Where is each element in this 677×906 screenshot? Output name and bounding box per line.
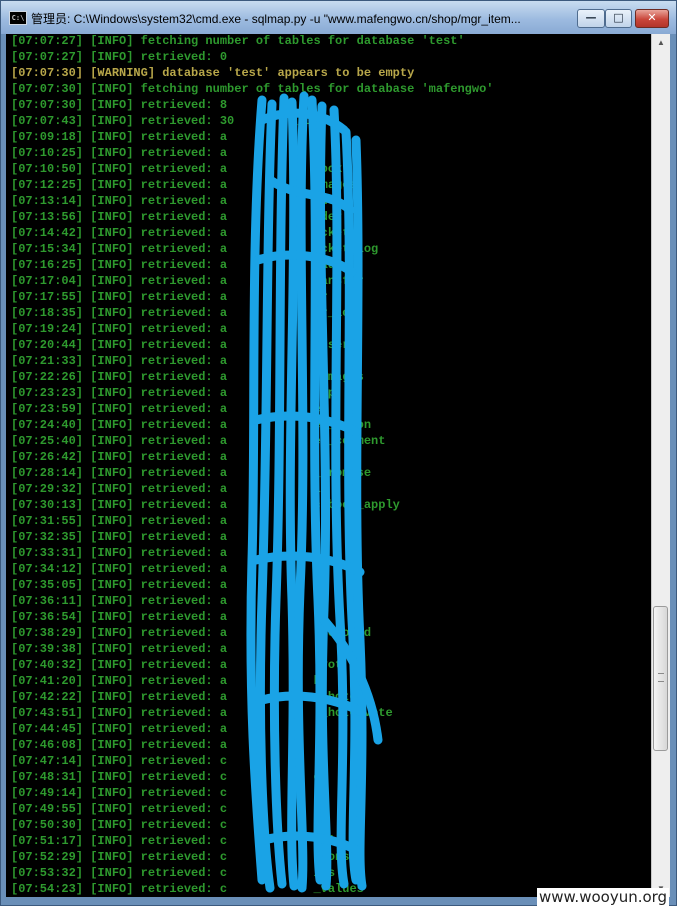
- console-line: [07:18:35] [INFO] retrieved: a r_log: [11, 306, 357, 320]
- cmd-icon[interactable]: C:\: [9, 11, 27, 25]
- scrollbar-thumb[interactable]: [653, 606, 668, 751]
- console-line: [07:36:11] [INFO] retrieved: a cs: [11, 594, 328, 608]
- console-line: [07:31:55] [INFO] retrieved: a: [11, 514, 228, 528]
- watermark: www.wooyun.org: [537, 888, 670, 906]
- console-line: [07:23:23] [INFO] retrieved: a up: [11, 386, 336, 400]
- console-line: [07:49:55] [INFO] retrieved: c: [11, 802, 228, 816]
- console-line: [07:16:25] [INFO] retrieved: a ade: [11, 258, 343, 272]
- grip-icon: [658, 673, 664, 682]
- console-line: [07:35:05] [INFO] retrieved: a al: [11, 578, 328, 592]
- console-line: [07:21:33] [INFO] retrieved: a: [11, 354, 228, 368]
- console-line: [07:54:23] [INFO] retrieved: c _values: [11, 882, 364, 896]
- console-line: [07:46:08] [INFO] retrieved: a: [11, 738, 228, 752]
- console-line: [07:47:14] [INFO] retrieved: c: [11, 754, 228, 768]
- console-line: [07:48:31] [INFO] retrieved: c ds: [11, 770, 328, 784]
- console-line: [07:50:30] [INFO] retrieved: c: [11, 818, 228, 832]
- console-line: [07:28:14] [INFO] retrieved: a _promise: [11, 466, 372, 480]
- console-line: [07:44:45] [INFO] retrieved: a: [11, 722, 228, 736]
- vertical-scrollbar[interactable]: ▲ ▼: [651, 34, 670, 897]
- close-button[interactable]: ✕: [635, 9, 669, 28]
- console-line: [07:23:59] [INFO] retrieved: a eo: [11, 402, 328, 416]
- console-line: [07:07:43] [INFO] retrieved: 30 _list: [11, 114, 328, 128]
- console-line: [07:07:30] [WARNING] database 'test' app…: [11, 66, 415, 80]
- console-line: [07:30:13] [INFO] retrieved: a cebook_ap…: [11, 498, 400, 512]
- console-line: [07:17:55] [INFO] retrieved: a r: [11, 290, 328, 304]
- console-line: [07:53:32] [INFO] retrieved: c ies: [11, 866, 336, 880]
- scroll-up-arrow-icon[interactable]: ▲: [652, 34, 670, 51]
- maximize-button[interactable]: □: [605, 9, 632, 28]
- console-line: [07:07:30] [INFO] retrieved: 8: [11, 98, 228, 112]
- console-line: [07:26:42] [INFO] retrieved: a: [11, 450, 228, 464]
- cmd-window: C:\ 管理员: C:\Windows\system32\cmd.exe - s…: [0, 0, 677, 906]
- console-line: [07:13:14] [INFO] retrieved: a ws: [11, 194, 336, 208]
- console-line: [07:15:34] [INFO] retrieved: a cket_log: [11, 242, 379, 256]
- console-line: [07:39:38] [INFO] retrieved: a: [11, 642, 228, 656]
- console-line: [07:19:24] [INFO] retrieved: a: [11, 322, 228, 336]
- console-line: [07:52:29] [INFO] retrieved: c tions: [11, 850, 350, 864]
- console-line: [07:34:12] [INFO] retrieved: a: [11, 562, 228, 576]
- window-title: 管理员: C:\Windows\system32\cmd.exe - sqlma…: [31, 12, 521, 26]
- console-line: [07:36:54] [INFO] retrieved: a: [11, 610, 228, 624]
- console-output[interactable]: [07:07:27] [INFO] fetching number of tab…: [6, 34, 651, 897]
- console-line: [07:10:50] [INFO] retrieved: a book: [11, 162, 343, 176]
- console-line: [07:22:26] [INFO] retrieved: a images: [11, 370, 364, 384]
- console-line: [07:32:35] [INFO] retrieved: a: [11, 530, 228, 544]
- console-line: [07:14:42] [INFO] retrieved: a cket: [11, 226, 350, 240]
- console-line: [07:43:51] [INFO] retrieved: a _hote_vot…: [11, 706, 393, 720]
- console-line: [07:29:32] [INFO] retrieved: a it: [11, 482, 328, 496]
- console-line: [07:17:04] [INFO] retrieved: a ansfer: [11, 274, 364, 288]
- console-line: [07:25:40] [INFO] retrieved: a eo_commen…: [11, 434, 386, 448]
- console-line: [07:38:29] [INFO] retrieved: a recored: [11, 626, 372, 640]
- console-line: [07:51:17] [INFO] retrieved: c rtis: [11, 834, 343, 848]
- console-line: [07:07:30] [INFO] fetching number of tab…: [11, 82, 494, 96]
- console-line: [07:13:56] [INFO] retrieved: a der: [11, 210, 343, 224]
- console-line: [07:20:44] [INFO] retrieved: a user: [11, 338, 350, 352]
- console-line: [07:07:27] [INFO] retrieved: 0: [11, 50, 228, 64]
- title-bar[interactable]: C:\ 管理员: C:\Windows\system32\cmd.exe - s…: [1, 1, 676, 34]
- console-line: [07:24:40] [INFO] retrieved: a eo_ation: [11, 418, 372, 432]
- console-line: [07:49:14] [INFO] retrieved: c: [11, 786, 228, 800]
- console-line: [07:10:25] [INFO] retrieved: a: [11, 146, 228, 160]
- console-line: [07:07:27] [INFO] fetching number of tab…: [11, 34, 465, 48]
- console-line: [07:42:22] [INFO] retrieved: a _hote: [11, 690, 357, 704]
- console-line: [07:41:20] [INFO] retrieved: a k: [11, 674, 321, 688]
- console-line: [07:09:18] [INFO] retrieved: a: [11, 130, 228, 144]
- console-line: [07:33:31] [INFO] retrieved: a: [11, 546, 228, 560]
- console-line: [07:40:32] [INFO] retrieved: a vot: [11, 658, 343, 672]
- console-line: [07:12:25] [INFO] retrieved: a mages: [11, 178, 357, 192]
- minimize-button[interactable]: —: [577, 9, 605, 28]
